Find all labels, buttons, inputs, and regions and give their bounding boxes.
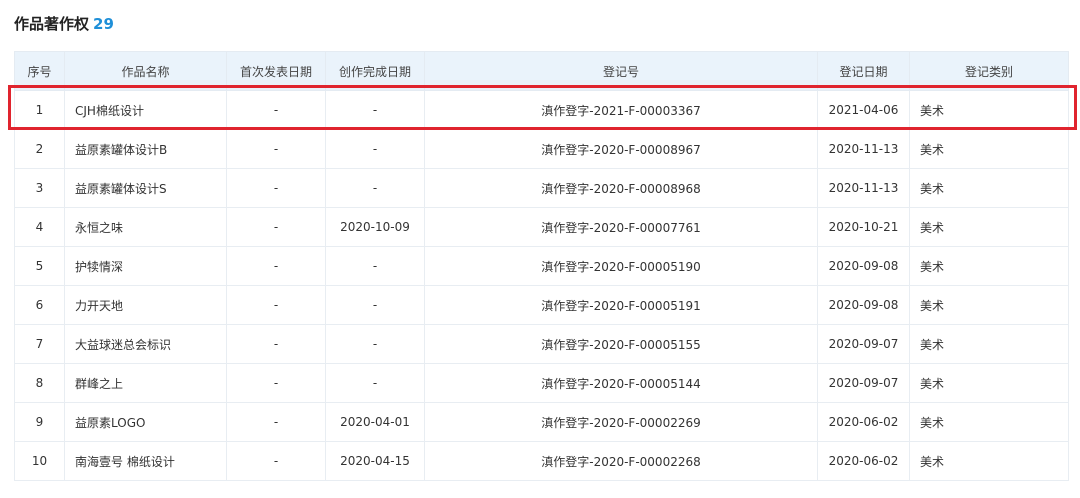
table-body: 1 CJH棉纸设计 - - 滇作登字-2021-F-00003367 2021-04-06… — [14, 90, 1069, 481]
cell-registration-category: 美术 — [909, 402, 1069, 442]
cell-first-publish-date: - — [226, 324, 326, 364]
table-row: 6 力开天地 - - 滇作登字-2020-F-00005191 2020-09-08 美术 — [14, 285, 1069, 325]
cell-registration-number: 滇作登字-2020-F-00002268 — [424, 441, 818, 481]
cell-work-name: 群峰之上 — [64, 363, 227, 403]
cell-first-publish-date: - — [226, 285, 326, 325]
cell-serial: 3 — [14, 168, 65, 208]
table-row: 1 CJH棉纸设计 - - 滇作登字-2021-F-00003367 2021-04-06… — [14, 90, 1069, 130]
cell-completion-date: 2020-04-15 — [325, 441, 425, 481]
cell-registration-date: 2020-10-21 — [817, 207, 910, 247]
cell-registration-category: 美术 — [909, 90, 1069, 130]
cell-registration-date: 2020-06-02 — [817, 441, 910, 481]
table-row: 7 大益球迷总会标识 - - 滇作登字-2020-F-00005155 2020-09-0… — [14, 324, 1069, 364]
header-completion-date: 创作完成日期 — [325, 51, 425, 91]
table-row: 8 群峰之上 - - 滇作登字-2020-F-00005144 2020-09-07 美术 — [14, 363, 1069, 403]
cell-work-name: 力开天地 — [64, 285, 227, 325]
cell-work-name: 益原素罐体设计S — [64, 168, 227, 208]
cell-serial: 10 — [14, 441, 65, 481]
cell-first-publish-date: - — [226, 402, 326, 442]
section-title-text: 作品著作权 — [14, 15, 90, 33]
header-work-name: 作品名称 — [64, 51, 227, 91]
cell-completion-date: 2020-10-09 — [325, 207, 425, 247]
table-row: 9 益原素LOGO -2020-04-01 滇作登字-2020-F-00002269 2… — [14, 402, 1069, 442]
cell-work-name: 南海壹号 棉纸设计 — [64, 441, 227, 481]
cell-completion-date: - — [325, 90, 425, 130]
table-row: 2 益原素罐体设计B - - 滇作登字-2020-F-00008967 2020-11-1… — [14, 129, 1069, 169]
cell-work-name: CJH棉纸设计 — [64, 90, 227, 130]
cell-registration-date: 2020-09-07 — [817, 324, 910, 364]
cell-completion-date: - — [325, 324, 425, 364]
cell-registration-number: 滇作登字-2020-F-00002269 — [424, 402, 818, 442]
cell-completion-date: - — [325, 363, 425, 403]
cell-first-publish-date: - — [226, 363, 326, 403]
cell-serial: 8 — [14, 363, 65, 403]
table-row: 4 永恒之味 -2020-10-09 滇作登字-2020-F-00007761 2020… — [14, 207, 1069, 247]
cell-registration-date: 2020-11-13 — [817, 129, 910, 169]
table-row: 10 南海壹号 棉纸设计 -2020-04-15 滇作登字-2020-F-000022… — [14, 441, 1069, 481]
cell-first-publish-date: - — [226, 246, 326, 286]
section-title: 作品著作权 29 — [14, 12, 114, 36]
cell-serial: 4 — [14, 207, 65, 247]
cell-serial: 1 — [14, 90, 65, 130]
cell-registration-date: 2020-06-02 — [817, 402, 910, 442]
cell-registration-date: 2020-09-08 — [817, 246, 910, 286]
cell-work-name: 益原素LOGO — [64, 402, 227, 442]
cell-registration-category: 美术 — [909, 129, 1069, 169]
cell-work-name: 护犊情深 — [64, 246, 227, 286]
cell-registration-number: 滇作登字-2020-F-00007761 — [424, 207, 818, 247]
cell-serial: 2 — [14, 129, 65, 169]
cell-serial: 5 — [14, 246, 65, 286]
cell-registration-number: 滇作登字-2020-F-00005155 — [424, 324, 818, 364]
cell-registration-number: 滇作登字-2020-F-00008968 — [424, 168, 818, 208]
cell-registration-category: 美术 — [909, 246, 1069, 286]
cell-serial: 6 — [14, 285, 65, 325]
cell-completion-date: - — [325, 129, 425, 169]
table-row: 3 益原素罐体设计S - - 滇作登字-2020-F-00008968 2020-11-1… — [14, 168, 1069, 208]
cell-registration-date: 2021-04-06 — [817, 90, 910, 130]
cell-first-publish-date: - — [226, 90, 326, 130]
cell-completion-date: - — [325, 168, 425, 208]
cell-registration-category: 美术 — [909, 168, 1069, 208]
cell-registration-category: 美术 — [909, 207, 1069, 247]
header-serial: 序号 — [14, 51, 65, 91]
cell-registration-number: 滇作登字-2020-F-00005144 — [424, 363, 818, 403]
header-first-publish-date: 首次发表日期 — [226, 51, 326, 91]
cell-serial: 9 — [14, 402, 65, 442]
cell-registration-category: 美术 — [909, 285, 1069, 325]
table-row: 5 护犊情深 - - 滇作登字-2020-F-00005190 2020-09-08 美术 — [14, 246, 1069, 286]
cell-completion-date: - — [325, 246, 425, 286]
cell-registration-number: 滇作登字-2020-F-00005191 — [424, 285, 818, 325]
cell-registration-number: 滇作登字-2020-F-00008967 — [424, 129, 818, 169]
cell-registration-category: 美术 — [909, 324, 1069, 364]
cell-first-publish-date: - — [226, 168, 326, 208]
cell-work-name: 永恒之味 — [64, 207, 227, 247]
cell-work-name: 益原素罐体设计B — [64, 129, 227, 169]
cell-registration-number: 滇作登字-2021-F-00003367 — [424, 90, 818, 130]
header-registration-category: 登记类别 — [909, 51, 1069, 91]
cell-completion-date: - — [325, 285, 425, 325]
cell-completion-date: 2020-04-01 — [325, 402, 425, 442]
copyright-table: 序号 作品名称 首次发表日期 创作完成日期 登记号 登记日期 登记类别 1 CJH… — [14, 51, 1069, 481]
record-count: 29 — [93, 15, 114, 33]
cell-first-publish-date: - — [226, 441, 326, 481]
header-registration-number: 登记号 — [424, 51, 818, 91]
cell-first-publish-date: - — [226, 207, 326, 247]
cell-registration-category: 美术 — [909, 363, 1069, 403]
cell-serial: 7 — [14, 324, 65, 364]
cell-registration-category: 美术 — [909, 441, 1069, 481]
table-header-row: 序号 作品名称 首次发表日期 创作完成日期 登记号 登记日期 登记类别 — [14, 51, 1069, 91]
cell-registration-number: 滇作登字-2020-F-00005190 — [424, 246, 818, 286]
cell-registration-date: 2020-09-08 — [817, 285, 910, 325]
cell-work-name: 大益球迷总会标识 — [64, 324, 227, 364]
cell-registration-date: 2020-09-07 — [817, 363, 910, 403]
header-registration-date: 登记日期 — [817, 51, 910, 91]
cell-registration-date: 2020-11-13 — [817, 168, 910, 208]
cell-first-publish-date: - — [226, 129, 326, 169]
